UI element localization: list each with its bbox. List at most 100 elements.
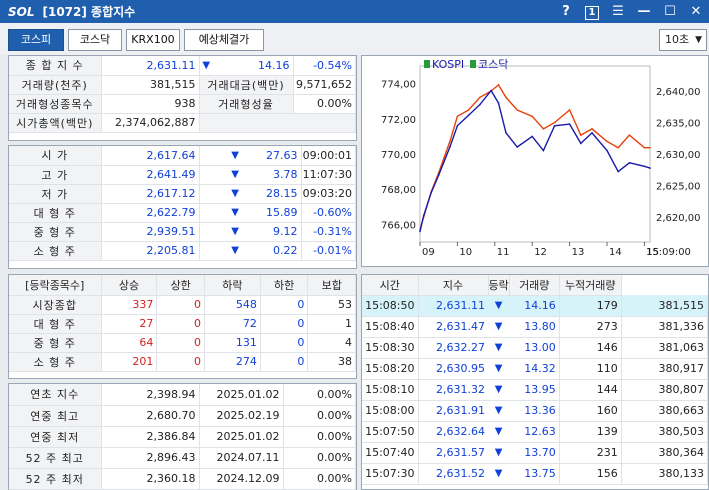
history-value: 2,680.70 [101,405,200,427]
price-change: 0.22 [239,241,302,261]
breadth-down: 72 [204,314,261,334]
right-tick-label: 2,625,00 [656,181,701,192]
price-label: 중 형 주 [9,222,102,242]
tick-volume: 179 [559,295,622,317]
tick-row[interactable]: 15:08:00 2,631.91 ▼ 13.36 160 380,663 [362,400,709,422]
breadth-header-cell: 상한 [156,275,205,296]
help-button[interactable]: ? [553,4,579,19]
tick-row[interactable]: 15:07:50 2,632.64 ▼ 12.63 139 380,503 [362,421,709,443]
chevron-down-icon: ▼ [695,35,702,45]
x-tick-label: 13 [572,247,585,258]
breadth-header-cell: 하락 [204,275,261,296]
down-arrow-icon: ▼ [488,463,510,485]
price-extra: 09:00:01 [301,146,356,166]
breadth-upper: 0 [156,295,205,315]
history-label: 연중 최고 [9,405,102,427]
price-label: 저 가 [9,184,102,204]
price-change: 27.63 [239,146,302,166]
app-logo: SOL [8,4,35,19]
history-label: 연초 지수 [9,384,102,406]
down-arrow-icon: ▼ [199,184,239,204]
traded-rate-value: 0.00% [293,94,356,114]
tick-time: 15:08:10 [362,379,419,401]
tick-index: 2,630.95 [418,358,488,380]
tick-header-cell: 등락 [488,275,510,296]
breadth-flat: 1 [307,314,356,334]
breadth-label: 대 형 주 [9,314,102,334]
tab-expected[interactable]: 예상체결가 [184,29,264,51]
breadth-up: 201 [101,352,158,372]
down-arrow-icon: ▼ [199,203,239,223]
down-arrow-icon: ▼ [488,400,510,422]
market-cap-label: 시가총액(백만) [9,113,102,133]
breadth-flat: 4 [307,333,356,353]
breadth-row: 소 형 주 201 0 274 0 38 [9,352,356,372]
tick-row[interactable]: 15:07:30 2,631.52 ▼ 13.75 156 380,133 [362,463,709,485]
breadth-down: 131 [204,333,261,353]
breadth-header-cell: 하한 [260,275,309,296]
index-change: 14.16 [213,56,294,76]
close-button[interactable]: ✕ [683,4,709,19]
maximize-button[interactable]: ☐ [657,4,683,19]
tick-cumulative: 380,364 [621,442,709,464]
price-value: 2,617.64 [101,146,200,166]
down-arrow-icon: ▼ [488,337,510,359]
number-button[interactable]: 1 [579,4,605,20]
tab-kosdaq[interactable]: 코스닥 [68,29,122,51]
breadth-up: 27 [101,314,158,334]
tick-volume: 144 [559,379,622,401]
tick-row[interactable]: 15:08:30 2,632.27 ▼ 13.00 146 381,063 [362,337,709,359]
x-tick-label: 11 [497,247,510,258]
tick-cumulative: 381,063 [621,337,709,359]
tick-row[interactable]: 15:08:10 2,631.32 ▼ 13.95 144 380,807 [362,379,709,401]
tick-row[interactable]: 15:08:50 2,631.11 ▼ 14.16 179 381,515 [362,295,709,317]
history-label: 52 주 최고 [9,447,102,469]
chart-svg: 774,00 772,00 770,00 768,00 766,00 2,640,00 2,… [381,58,701,258]
price-panel: 시 가 2,617.64 ▼ 27.63 09:00:01 고 가 2,641.49 ▼ 3.7… [8,145,357,269]
tick-change: 13.00 [509,337,560,359]
tick-cumulative: 380,503 [621,421,709,443]
tick-header-cell: 거래량 [509,275,560,296]
tick-row[interactable]: 15:07:40 2,631.57 ▼ 13.70 231 380,364 [362,442,709,464]
tab-krx100[interactable]: KRX100 [126,29,180,51]
left-tick-label: 774,00 [381,80,416,91]
history-panel: 연초 지수 2,398.94 2025.01.02 0.00% 연중 최고 2,680.7… [8,383,357,490]
tab-kospi[interactable]: 코스피 [8,29,64,51]
title-bar: SOL [1072] 종합지수 ? 1 ☰ — ☐ ✕ [0,0,709,23]
breadth-lower: 0 [260,352,309,372]
empty-cell [199,113,356,133]
tick-row[interactable]: 15:08:40 2,631.47 ▼ 13.80 273 381,336 [362,316,709,338]
tick-volume: 110 [559,358,622,380]
number-icon: 1 [585,5,599,20]
toolbar: 코스피 코스닥 KRX100 예상체결가 10초 ▼ [0,23,709,55]
price-value: 2,622.79 [101,203,200,223]
tick-panel: 시간 지수 등락 거래량 누적거래량 15:08:50 2,631.11 ▼ 14.16 179 3… [361,274,709,490]
minimize-button[interactable]: — [631,4,657,19]
breadth-row: 대 형 주 27 0 72 0 1 [9,314,356,334]
right-tick-label: 2,630,00 [656,150,701,161]
history-value: 2,398.94 [101,384,200,406]
price-extra: -0.60% [301,203,356,223]
history-value: 2,360.18 [101,468,200,490]
tick-time: 15:08:50 [362,295,419,317]
tick-cumulative: 380,917 [621,358,709,380]
tick-index: 2,632.27 [418,337,488,359]
price-change: 15.89 [239,203,302,223]
history-date: 2025.01.02 [199,384,284,406]
x-tick-label: 09 [422,247,435,258]
interval-select[interactable]: 10초 ▼ [659,29,707,51]
history-date: 2024.12.09 [199,468,284,490]
menu-button[interactable]: ☰ [605,4,631,19]
index-chart[interactable]: 774,00 772,00 770,00 768,00 766,00 2,640,00 2,… [361,55,709,267]
left-tick-label: 766,00 [381,220,416,231]
tick-volume: 156 [559,463,622,485]
price-extra: 11:07:30 [301,165,356,185]
breadth-row: 시장종합 337 0 548 0 53 [9,295,356,315]
tick-volume: 146 [559,337,622,359]
tick-row[interactable]: 15:08:20 2,630.95 ▼ 14.32 110 380,917 [362,358,709,380]
history-date: 2024.07.11 [199,447,284,469]
plot-area [419,65,651,243]
tick-change: 13.70 [509,442,560,464]
traded-count-value: 938 [101,94,200,114]
tick-cumulative: 380,663 [621,400,709,422]
